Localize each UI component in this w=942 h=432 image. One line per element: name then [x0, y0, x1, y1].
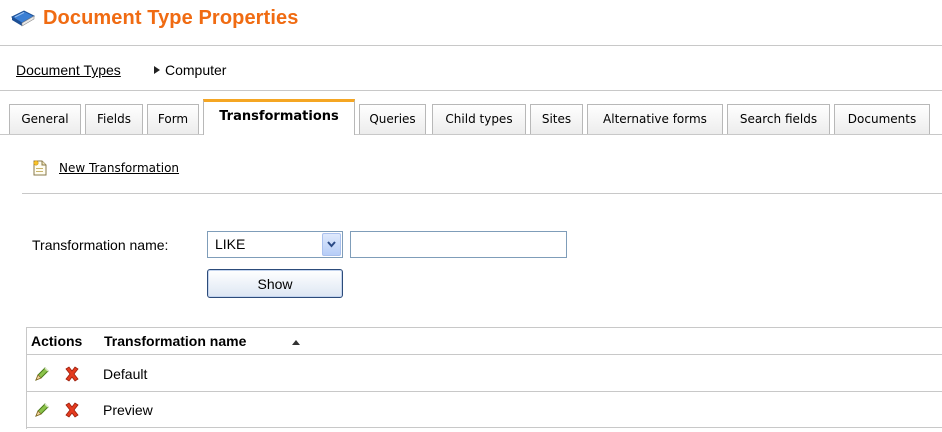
- tab-sites[interactable]: Sites: [530, 104, 583, 134]
- new-transformation-link[interactable]: New Transformation: [59, 161, 179, 175]
- tab-fields[interactable]: Fields: [85, 104, 143, 134]
- tab-transformations[interactable]: Transformations: [203, 99, 355, 135]
- sort-ascending-icon: [292, 340, 300, 345]
- operator-select-value: LIKE: [215, 236, 246, 252]
- table-row: Default: [27, 356, 942, 392]
- table-row: Preview: [27, 392, 942, 428]
- book-icon: [10, 10, 36, 27]
- page-header: Document Type Properties: [0, 0, 942, 46]
- toolbar-divider: [22, 193, 942, 194]
- new-document-icon[interactable]: [33, 160, 47, 176]
- transformation-name-cell: Default: [103, 366, 148, 382]
- tab-alternative-forms[interactable]: Alternative forms: [587, 104, 723, 134]
- tab-documents[interactable]: Documents: [834, 104, 930, 134]
- transformation-name-input[interactable]: [350, 231, 567, 258]
- show-button[interactable]: Show: [207, 269, 343, 298]
- breadcrumb-arrow-icon: [154, 66, 160, 74]
- tab-form[interactable]: Form: [147, 104, 199, 134]
- column-header-transformation-name[interactable]: Transformation name: [104, 333, 246, 349]
- tab-general[interactable]: General: [9, 104, 81, 134]
- page-title: Document Type Properties: [43, 7, 299, 29]
- column-header-actions: Actions: [31, 333, 83, 349]
- delete-x-icon[interactable]: [63, 365, 81, 383]
- transformations-grid: Actions Transformation name Default Prev…: [26, 327, 942, 429]
- edit-pencil-icon[interactable]: [33, 365, 51, 383]
- tab-queries[interactable]: Queries: [359, 104, 426, 134]
- breadcrumb-current: Computer: [165, 62, 227, 78]
- breadcrumb-link-document-types[interactable]: Document Types: [16, 62, 121, 78]
- chevron-down-icon[interactable]: [322, 233, 341, 256]
- grid-header: Actions Transformation name: [27, 327, 942, 355]
- breadcrumb: Document Types Computer: [0, 46, 942, 91]
- transformation-name-cell: Preview: [103, 402, 153, 418]
- tab-child-types[interactable]: Child types: [432, 104, 526, 134]
- operator-select[interactable]: LIKE: [207, 231, 343, 258]
- filter-label: Transformation name:: [32, 237, 169, 253]
- edit-pencil-icon[interactable]: [33, 401, 51, 419]
- tab-search-fields[interactable]: Search fields: [727, 104, 830, 134]
- delete-x-icon[interactable]: [63, 401, 81, 419]
